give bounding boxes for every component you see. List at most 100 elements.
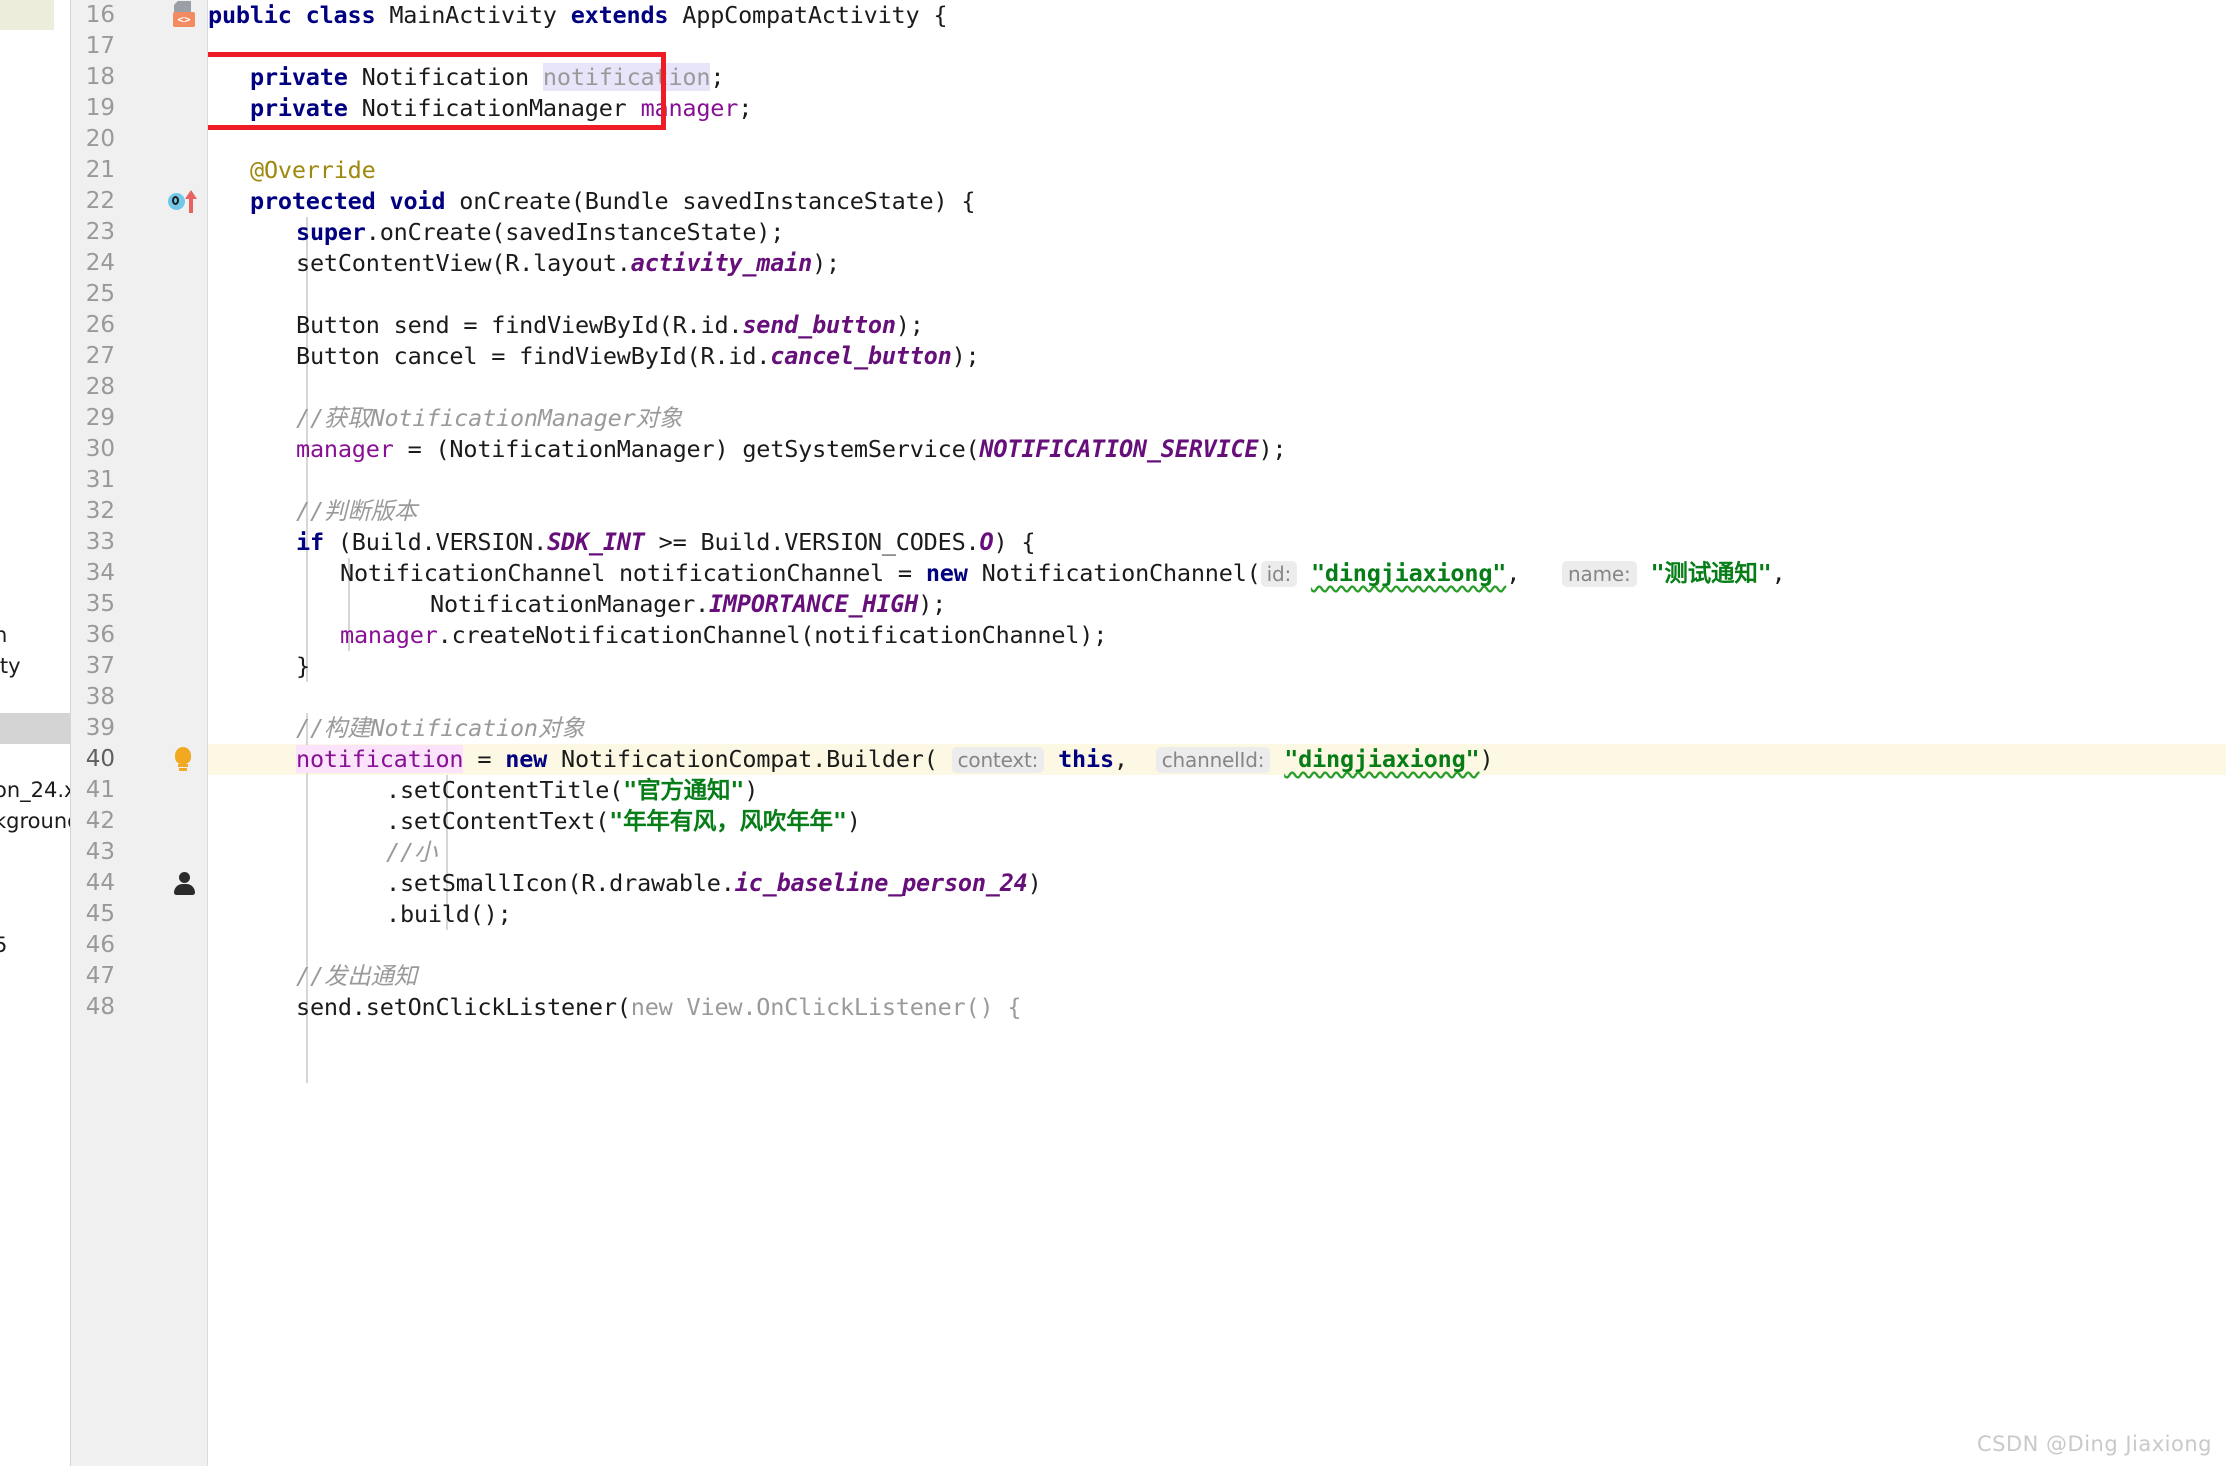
token-comment: //发出通知 (296, 962, 418, 990)
token-static-field: cancel_button (770, 342, 952, 370)
token-keyword: new (925, 559, 968, 587)
code-line-23[interactable]: super.onCreate(savedInstanceState); (296, 217, 784, 248)
line-number: 20 (85, 126, 115, 152)
line-number: 24 (85, 250, 115, 276)
line-number: 41 (85, 777, 115, 803)
token-keyword-this: this (1058, 745, 1114, 773)
token-static-field: ic_baseline_person_24 (734, 869, 1028, 897)
token-static-field: O (979, 528, 994, 556)
parameter-hint-channel-id[interactable]: channelId: (1155, 747, 1271, 773)
class-file-icon-badge: <> (173, 12, 195, 27)
code-editor-area[interactable]: public class MainActivity extends AppCom… (208, 0, 2226, 1466)
override-method-icon-circle (168, 193, 185, 210)
intention-bulb-icon[interactable] (169, 744, 203, 775)
code-line-19[interactable]: private NotificationManager manager; (250, 93, 752, 124)
token-field-notification: notification (542, 63, 711, 91)
line-number: 17 (85, 33, 115, 59)
parameter-hint-name[interactable]: name: (1562, 561, 1637, 587)
line-number: 31 (85, 467, 115, 493)
line-number: 16 (85, 2, 115, 28)
line-number: 34 (85, 560, 115, 586)
line-number: 36 (85, 622, 115, 648)
token-comment: //判断版本 (296, 497, 418, 525)
person-icon-head (179, 872, 190, 883)
code-line-36[interactable]: manager.createNotificationChannel(notifi… (340, 620, 1107, 651)
code-line-45[interactable]: .build(); (386, 899, 512, 930)
code-line-26[interactable]: Button send = findViewById(R.id.send_but… (296, 310, 924, 341)
token-keyword: protected (250, 187, 376, 215)
token-keyword: private (250, 63, 348, 91)
token-classname: MainActivity (389, 1, 557, 29)
line-number: 39 (85, 715, 115, 741)
override-method-icon[interactable] (168, 186, 208, 217)
line-number: 32 (85, 498, 115, 524)
line-number: 30 (85, 436, 115, 462)
line-number: 48 (85, 994, 115, 1020)
token-keyword: class (305, 1, 376, 29)
line-number: 26 (85, 312, 115, 338)
token-static-field: SDK_INT (547, 528, 645, 556)
editor-gutter[interactable]: 16 17 18 19 20 21 22 23 24 25 26 27 28 29 30 31 32 33 34 35… (71, 0, 237, 1466)
code-line-41[interactable]: .setContentTitle("官方通知") (386, 775, 758, 806)
code-line-32[interactable]: //判断版本 (296, 496, 417, 527)
line-number: 43 (85, 839, 115, 865)
token-anonymous-class: new View.OnClickListener() { (630, 993, 1022, 1021)
code-line-47[interactable]: //发出通知 (296, 961, 417, 992)
token-static-field: NOTIFICATION_SERVICE (979, 435, 1259, 463)
code-line-44[interactable]: .setSmallIcon(R.drawable.ic_baseline_per… (386, 868, 1042, 899)
token-field-manager: manager (296, 435, 394, 463)
token-comment: //小 (386, 838, 438, 866)
code-line-43[interactable]: //小 (386, 837, 437, 868)
code-line-33[interactable]: if (Build.VERSION.SDK_INT >= Build.VERSI… (296, 527, 1035, 558)
token-type: Notification (347, 63, 543, 91)
token-static-field: send_button (742, 311, 896, 339)
class-file-icon[interactable]: <> (171, 0, 205, 31)
line-number: 38 (85, 684, 115, 710)
line-number: 47 (85, 963, 115, 989)
code-line-27[interactable]: Button cancel = findViewById(R.id.cancel… (296, 341, 980, 372)
token-field-manager: manager (640, 94, 739, 122)
code-line-35[interactable]: NotificationManager.IMPORTANCE_HIGH); (430, 589, 946, 620)
code-line-29[interactable]: //获取NotificationManager对象 (296, 403, 682, 434)
code-line-37[interactable]: } (296, 651, 310, 682)
line-number: 40 (85, 746, 115, 772)
line-number: 23 (85, 219, 115, 245)
person-icon-body (174, 884, 195, 895)
token-comment: //构建Notification对象 (296, 714, 585, 742)
project-tree-top-highlight (0, 0, 54, 30)
token-keyword: private (250, 94, 348, 122)
code-line-39[interactable]: //构建Notification对象 (296, 713, 585, 744)
code-line-48[interactable]: send.setOnClickListener(new View.OnClick… (296, 992, 1022, 1023)
token-keyword: void (389, 187, 446, 215)
parameter-hint-id[interactable]: id: (1260, 561, 1297, 587)
parameter-hint-context[interactable]: context: (951, 747, 1045, 773)
android-studio-editor-window: n ity on_24.xm kground.x 5 1617181920212… (0, 0, 2226, 1466)
line-number: 33 (85, 529, 115, 555)
line-number: 35 (85, 591, 115, 617)
code-line-24[interactable]: setContentView(R.layout.activity_main); (296, 248, 840, 279)
code-line-42[interactable]: .setContentText("年年有风，风吹年年") (386, 806, 861, 837)
token-comment: //获取NotificationManager对象 (296, 404, 683, 432)
token-field-manager: manager (340, 621, 438, 649)
code-line-16[interactable]: public class MainActivity extends AppCom… (208, 0, 948, 31)
bulb-base-1 (178, 764, 188, 767)
token-field-notification: notification (296, 745, 464, 773)
indent-guide (306, 1023, 308, 1083)
code-line-40[interactable]: notification = new NotificationCompat.Bu… (296, 744, 1494, 775)
override-method-icon-arrow (185, 190, 197, 213)
token-method-signature: onCreate(Bundle savedInstanceState) { (459, 187, 976, 215)
code-line-18[interactable]: private Notification notification; (250, 62, 724, 93)
token-string-channel-id: "dingjiaxiong" (1284, 745, 1480, 773)
bulb-base-2 (179, 768, 187, 771)
line-number: 37 (85, 653, 115, 679)
token-string-text: "年年有风，风吹年年" (609, 807, 847, 835)
line-number: 27 (85, 343, 115, 369)
line-number: 28 (85, 374, 115, 400)
code-line-21[interactable]: @Override (250, 155, 376, 186)
code-line-34[interactable]: NotificationChannel notificationChannel … (340, 558, 1786, 589)
code-line-30[interactable]: manager = (NotificationManager) getSyste… (296, 434, 1287, 465)
code-line-22[interactable]: protected void onCreate(Bundle savedInst… (250, 186, 976, 217)
author-gutter-icon[interactable] (171, 868, 205, 899)
token-keyword: public (208, 1, 292, 29)
token-keyword: super (296, 218, 366, 246)
